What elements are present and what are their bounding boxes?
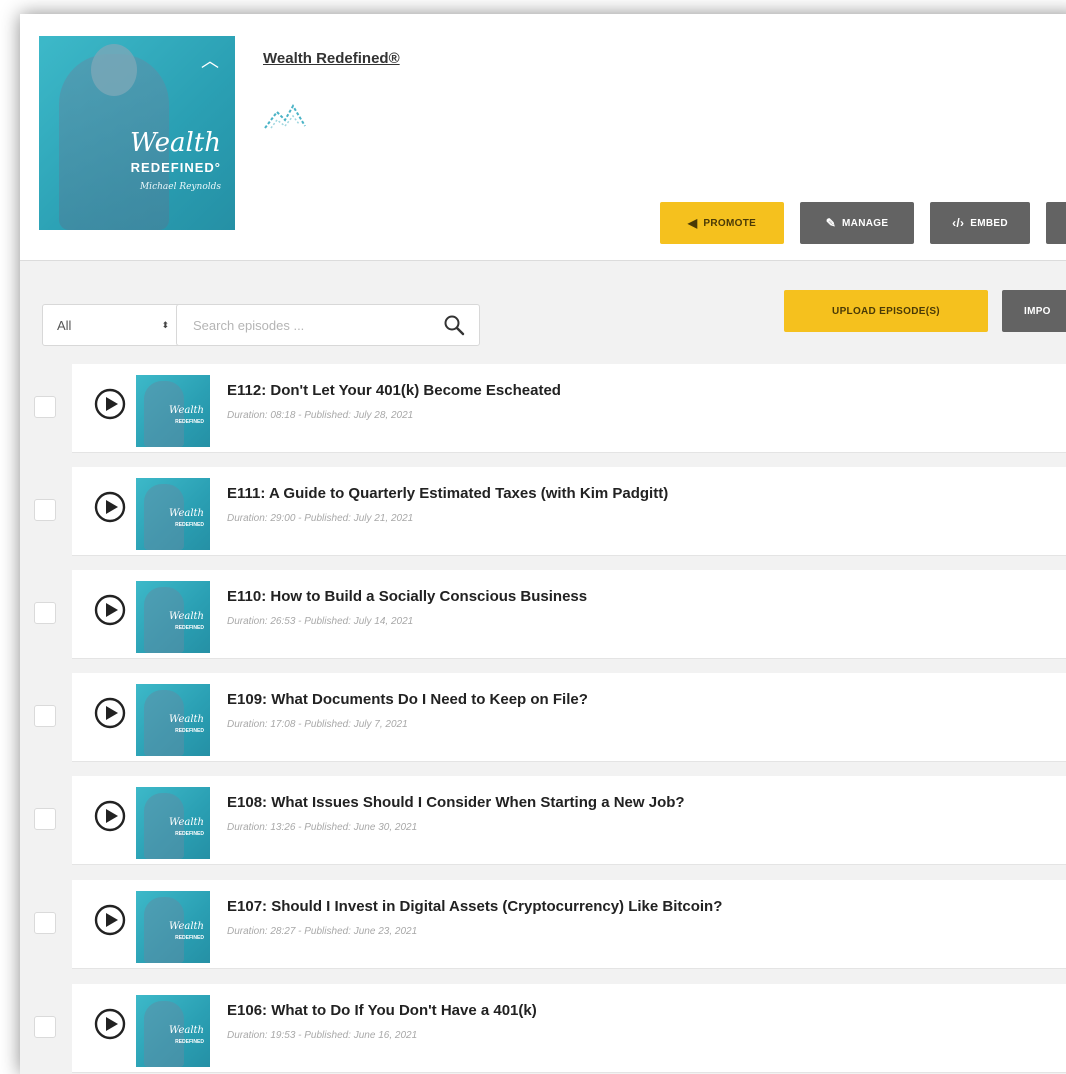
episode-filter-select[interactable]: All ⬍ [42, 304, 184, 346]
episode-meta: Duration: 08:18 - Published: July 28, 20… [227, 410, 414, 421]
episode-thumbnail: Wealth REDEFINED [136, 478, 210, 550]
play-icon[interactable] [94, 1008, 126, 1040]
play-icon[interactable] [94, 904, 126, 936]
podcast-cover-art: ︿ Wealth REDEFINED° Michael Reynolds [39, 36, 235, 230]
episode-checkbox[interactable] [34, 808, 56, 830]
episode-title[interactable]: E112: Don't Let Your 401(k) Become Esche… [227, 382, 561, 399]
episode-thumbnail: Wealth REDEFINED [136, 787, 210, 859]
select-arrows-icon: ⬍ [161, 319, 169, 330]
manage-button-label: MANAGE [842, 217, 889, 229]
code-icon: ‹/› [952, 216, 965, 230]
promote-button[interactable]: ◀ PROMOTE [660, 202, 784, 244]
manage-button[interactable]: ✎ MANAGE [800, 202, 914, 244]
cover-subtitle: REDEFINED° [130, 160, 221, 175]
episode-title[interactable]: E107: Should I Invest in Digital Assets … [227, 898, 722, 915]
episode-row[interactable]: Wealth REDEFINED E110: How to Build a Soci… [72, 570, 1066, 659]
episode-title[interactable]: E111: A Guide to Quarterly Estimated Tax… [227, 485, 668, 502]
search-icon[interactable] [443, 314, 465, 336]
cover-author: Michael Reynolds [139, 182, 221, 192]
promote-button-label: PROMOTE [703, 217, 757, 229]
play-icon[interactable] [94, 491, 126, 523]
episode-thumbnail: Wealth REDEFINED [136, 581, 210, 653]
podcast-header: ︿ Wealth REDEFINED° Michael Reynolds Wea… [20, 14, 1066, 261]
episode-row[interactable]: Wealth REDEFINED E112: Don't Let Your 401(… [72, 364, 1066, 453]
cover-wordmark: Wealth [130, 128, 221, 158]
episode-row[interactable]: Wealth REDEFINED E111: A Guide to Quarterl… [72, 467, 1066, 556]
episode-title[interactable]: E110: How to Build a Socially Conscious … [227, 588, 587, 605]
episode-meta: Duration: 17:08 - Published: July 7, 202… [227, 719, 408, 730]
episode-checkbox[interactable] [34, 1016, 56, 1038]
import-button[interactable]: IMPO [1002, 290, 1066, 332]
search-input[interactable] [191, 316, 443, 334]
brand-logo-icon [264, 104, 306, 129]
episode-thumbnail: Wealth REDEFINED [136, 375, 210, 447]
app-window: ︿ Wealth REDEFINED° Michael Reynolds Wea… [20, 14, 1066, 1074]
episode-meta: Duration: 29:00 - Published: July 21, 20… [227, 513, 414, 524]
episode-checkbox[interactable] [34, 912, 56, 934]
episode-meta: Duration: 28:27 - Published: June 23, 20… [227, 926, 418, 937]
episode-row[interactable]: Wealth REDEFINED E109: What Documents Do I… [72, 673, 1066, 762]
episode-title[interactable]: E106: What to Do If You Don't Have a 401… [227, 1002, 537, 1019]
play-icon[interactable] [94, 697, 126, 729]
episode-checkbox[interactable] [34, 602, 56, 624]
episode-title[interactable]: E109: What Documents Do I Need to Keep o… [227, 691, 588, 708]
filter-selected-value: All [57, 317, 72, 333]
episode-row[interactable]: Wealth REDEFINED E108: What Issues Should … [72, 776, 1066, 865]
embed-button-label: EMBED [970, 217, 1008, 229]
episode-meta: Duration: 19:53 - Published: June 16, 20… [227, 1030, 418, 1041]
episode-checkbox[interactable] [34, 396, 56, 418]
episode-thumbnail: Wealth REDEFINED [136, 891, 210, 963]
episode-checkbox[interactable] [34, 499, 56, 521]
episode-meta: Duration: 26:53 - Published: July 14, 20… [227, 616, 414, 627]
cover-head-shape [91, 44, 137, 96]
episode-row[interactable]: Wealth REDEFINED E107: Should I Invest in … [72, 880, 1066, 969]
episode-meta: Duration: 13:26 - Published: June 30, 20… [227, 822, 418, 833]
episode-thumbnail: Wealth REDEFINED [136, 995, 210, 1067]
megaphone-icon: ◀ [687, 216, 698, 230]
episode-checkbox[interactable] [34, 705, 56, 727]
play-icon[interactable] [94, 388, 126, 420]
play-icon[interactable] [94, 800, 126, 832]
pencil-icon: ✎ [825, 216, 837, 230]
mountain-logo-icon: ︿ [201, 51, 219, 71]
episode-search-box[interactable] [176, 304, 480, 346]
play-icon[interactable] [94, 594, 126, 626]
more-action-button[interactable]: ▯ [1046, 202, 1066, 244]
upload-episodes-button[interactable]: UPLOAD EPISODE(S) [784, 290, 988, 332]
embed-button[interactable]: ‹/› EMBED [930, 202, 1030, 244]
episode-thumbnail: Wealth REDEFINED [136, 684, 210, 756]
podcast-title-link[interactable]: Wealth Redefined® [263, 50, 400, 67]
episode-row[interactable]: Wealth REDEFINED E106: What to Do If You D… [72, 984, 1066, 1073]
episode-title[interactable]: E108: What Issues Should I Consider When… [227, 794, 685, 811]
